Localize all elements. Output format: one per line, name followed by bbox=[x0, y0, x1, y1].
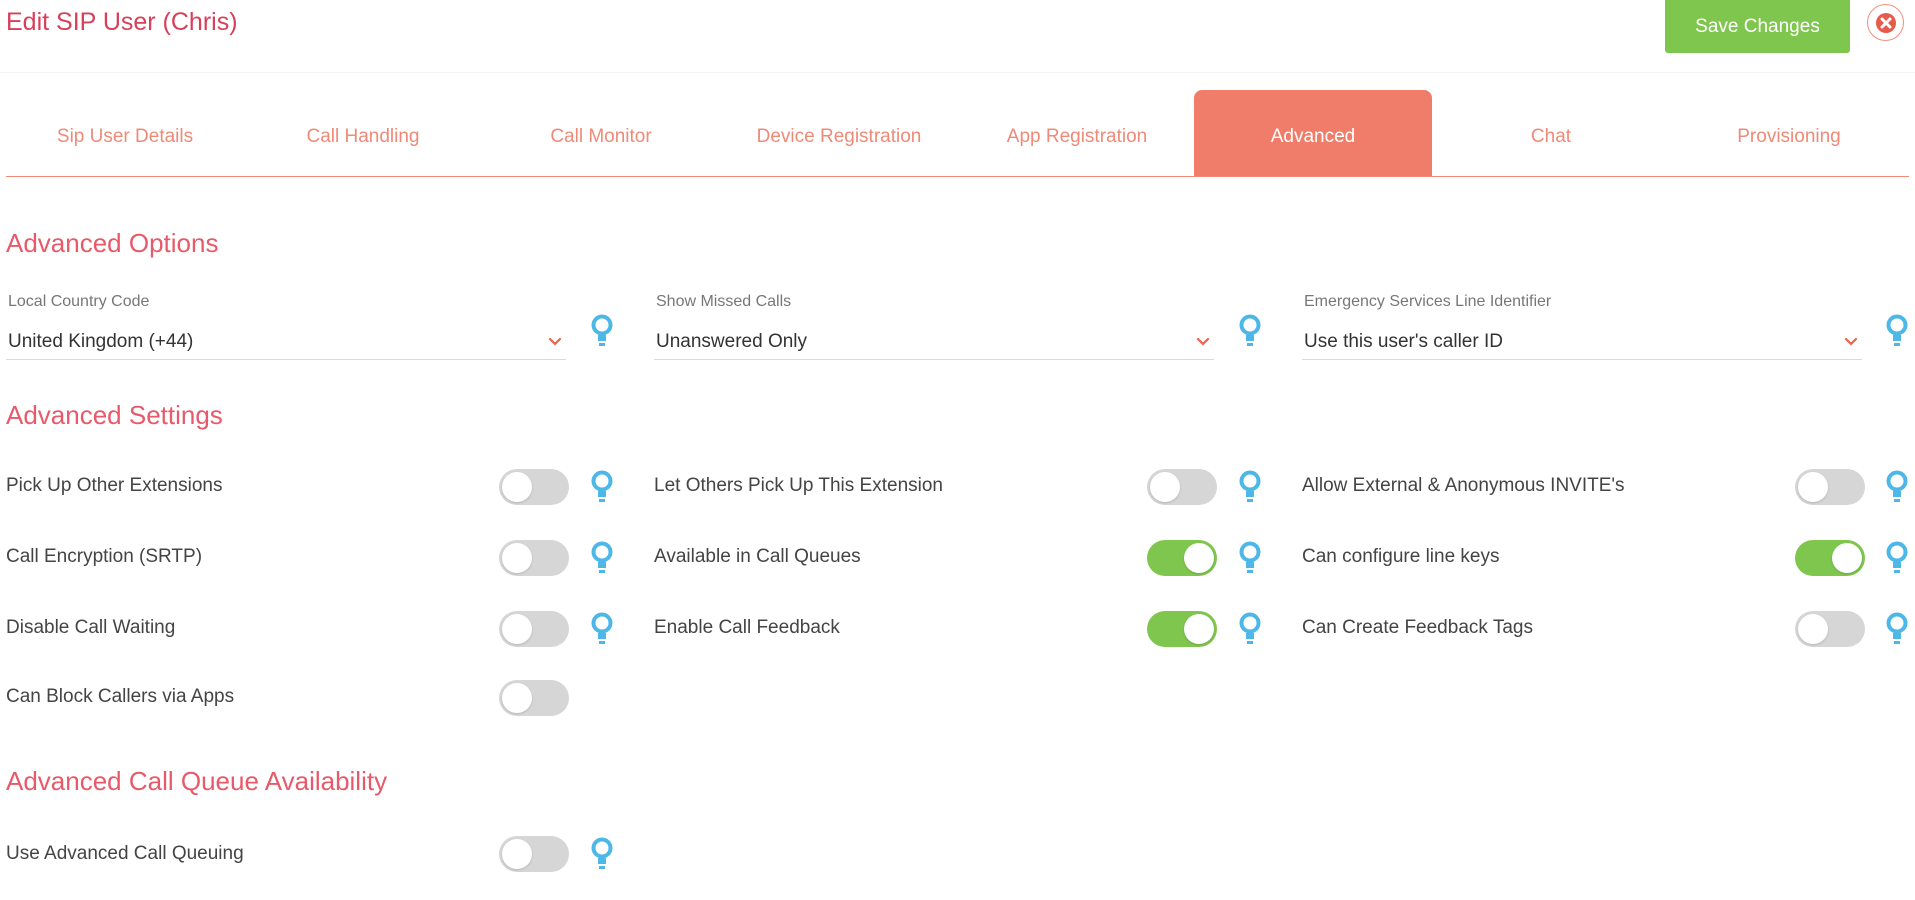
enable-call-feedback-label: Enable Call Feedback bbox=[654, 617, 840, 638]
tab-device-registration[interactable]: Device Registration bbox=[720, 90, 958, 176]
tab-sip-user-details[interactable]: Sip User Details bbox=[6, 90, 244, 176]
close-icon bbox=[1875, 12, 1896, 33]
disable-call-waiting-label: Disable Call Waiting bbox=[6, 617, 176, 638]
call-queue-availability-heading: Advanced Call Queue Availability bbox=[6, 766, 388, 796]
lightbulb-icon[interactable] bbox=[589, 836, 615, 872]
lightbulb-icon[interactable] bbox=[1237, 540, 1263, 576]
enable-call-feedback-toggle[interactable] bbox=[1147, 611, 1217, 647]
local-country-code-select[interactable]: United Kingdom (+44) bbox=[6, 324, 566, 360]
use-advanced-call-queuing-toggle[interactable] bbox=[499, 836, 569, 872]
page-title: Edit SIP User (Chris) bbox=[6, 8, 238, 36]
advanced-settings-heading: Advanced Settings bbox=[6, 400, 223, 430]
available-in-call-queues-toggle[interactable] bbox=[1147, 540, 1217, 576]
lightbulb-icon[interactable] bbox=[1884, 313, 1910, 349]
toggle-knob bbox=[1798, 614, 1828, 644]
emergency-line-identifier-select[interactable]: Use this user's caller ID bbox=[1302, 324, 1862, 360]
chevron-down-icon bbox=[548, 337, 562, 346]
lightbulb-icon[interactable] bbox=[1884, 469, 1910, 505]
toggle-knob bbox=[1798, 472, 1828, 502]
block-callers-via-apps-label: Can Block Callers via Apps bbox=[6, 686, 235, 707]
pick-up-other-extensions-label: Pick Up Other Extensions bbox=[6, 475, 223, 496]
available-in-call-queues-label: Available in Call Queues bbox=[654, 546, 861, 567]
local-country-code-value: United Kingdom (+44) bbox=[8, 330, 194, 352]
tab-call-monitor[interactable]: Call Monitor bbox=[482, 90, 720, 176]
local-country-code-label: Local Country Code bbox=[8, 293, 150, 310]
chevron-down-icon bbox=[1844, 337, 1858, 346]
lightbulb-icon[interactable] bbox=[1884, 611, 1910, 647]
lightbulb-icon[interactable] bbox=[589, 469, 615, 505]
configure-line-keys-toggle[interactable] bbox=[1795, 540, 1865, 576]
show-missed-calls-label: Show Missed Calls bbox=[656, 293, 792, 310]
lightbulb-icon[interactable] bbox=[589, 540, 615, 576]
toggle-knob bbox=[502, 683, 532, 713]
chevron-down-icon bbox=[1196, 337, 1210, 346]
emergency-line-identifier-label: Emergency Services Line Identifier bbox=[1304, 293, 1552, 310]
toggle-knob bbox=[1150, 472, 1180, 502]
let-others-pick-up-toggle[interactable] bbox=[1147, 469, 1217, 505]
show-missed-calls-value: Unanswered Only bbox=[656, 330, 808, 352]
allow-external-invites-label: Allow External & Anonymous INVITE's bbox=[1302, 475, 1625, 496]
header-divider bbox=[0, 72, 1915, 73]
lightbulb-icon[interactable] bbox=[1237, 469, 1263, 505]
disable-call-waiting-toggle[interactable] bbox=[499, 611, 569, 647]
save-changes-button[interactable]: Save Changes bbox=[1665, 0, 1850, 53]
close-button[interactable] bbox=[1867, 4, 1904, 41]
toggle-knob bbox=[502, 614, 532, 644]
pick-up-other-extensions-toggle[interactable] bbox=[499, 469, 569, 505]
lightbulb-icon[interactable] bbox=[1884, 540, 1910, 576]
call-encryption-label: Call Encryption (SRTP) bbox=[6, 546, 203, 567]
configure-line-keys-label: Can configure line keys bbox=[1302, 546, 1500, 567]
toggle-knob bbox=[1832, 543, 1862, 573]
toggle-knob bbox=[1184, 614, 1214, 644]
tab-app-registration[interactable]: App Registration bbox=[958, 90, 1196, 176]
lightbulb-icon[interactable] bbox=[1237, 611, 1263, 647]
tab-chat[interactable]: Chat bbox=[1432, 90, 1670, 176]
toggle-knob bbox=[502, 839, 532, 869]
tab-provisioning[interactable]: Provisioning bbox=[1670, 90, 1908, 176]
create-feedback-tags-label: Can Create Feedback Tags bbox=[1302, 617, 1533, 638]
block-callers-via-apps-toggle[interactable] bbox=[499, 680, 569, 716]
lightbulb-icon[interactable] bbox=[1237, 313, 1263, 349]
tab-advanced[interactable]: Advanced bbox=[1194, 90, 1432, 176]
toggle-knob bbox=[1184, 543, 1214, 573]
toggle-knob bbox=[502, 543, 532, 573]
emergency-line-identifier-value: Use this user's caller ID bbox=[1304, 330, 1503, 352]
show-missed-calls-select[interactable]: Unanswered Only bbox=[654, 324, 1214, 360]
let-others-pick-up-label: Let Others Pick Up This Extension bbox=[654, 475, 943, 496]
lightbulb-icon[interactable] bbox=[589, 611, 615, 647]
use-advanced-call-queuing-label: Use Advanced Call Queuing bbox=[6, 843, 244, 864]
toggle-knob bbox=[502, 472, 532, 502]
lightbulb-icon[interactable] bbox=[589, 313, 615, 349]
create-feedback-tags-toggle[interactable] bbox=[1795, 611, 1865, 647]
tab-bar: Sip User Details Call Handling Call Moni… bbox=[6, 90, 1909, 177]
allow-external-invites-toggle[interactable] bbox=[1795, 469, 1865, 505]
call-encryption-toggle[interactable] bbox=[499, 540, 569, 576]
tab-call-handling[interactable]: Call Handling bbox=[244, 90, 482, 176]
advanced-options-heading: Advanced Options bbox=[6, 228, 219, 258]
